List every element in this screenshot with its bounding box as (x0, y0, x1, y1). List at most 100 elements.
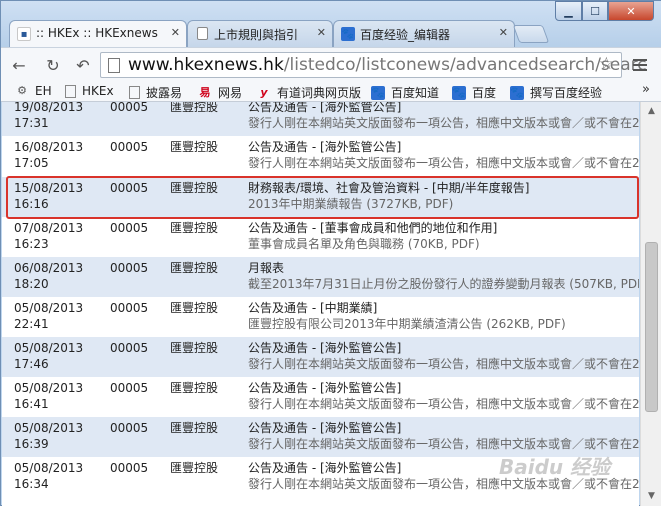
page-icon (197, 27, 208, 40)
back-icon[interactable]: ← (9, 55, 29, 75)
document-link[interactable]: 發行人剛在本網站英文版面發布一項公告，相應中文版本或會／或不會在2 (248, 396, 639, 412)
stock-code: 00005 (110, 461, 149, 475)
bookmark-netease[interactable]: 易 网易 (198, 84, 243, 101)
document-link[interactable]: 發行人剛在本網站英文版面發布一項公告，相應中文版本或會／或不會在2 (248, 155, 639, 171)
table-row: 05/08/2013 17:46 00005 匯豐控股 公告及通告 - [海外監管… (2, 337, 639, 377)
stock-code: 00005 (110, 341, 149, 355)
stock-name: 匯豐控股 (170, 140, 219, 154)
star-icon[interactable]: ☆ (599, 54, 614, 74)
baidu-watermark: Baidu 经验 (499, 455, 611, 479)
minimize-button[interactable]: ▁ (555, 1, 582, 21)
hkex-icon: ▪ (17, 27, 31, 41)
stock-code: 00005 (110, 102, 149, 114)
bookmark-baidu-jingyan[interactable]: 🐾 撰写百度经验 (510, 84, 602, 101)
menu-icon[interactable] (631, 56, 649, 74)
bookmark-label: 百度 (472, 86, 497, 100)
baidu-paw-icon: 🐾 (452, 85, 466, 100)
stock-code: 00005 (110, 301, 149, 315)
table-row: 05/08/2013 16:41 00005 匯豐控股 公告及通告 - [海外監管… (2, 377, 639, 417)
highlight-box (6, 176, 639, 219)
stock-code: 00005 (110, 421, 149, 435)
maximize-button[interactable]: ☐ (582, 1, 608, 21)
stock-name: 匯豐控股 (170, 421, 219, 435)
close-icon[interactable]: ✕ (317, 26, 326, 39)
document-link[interactable]: 發行人剛在本網站英文版面發布一項公告，相應中文版本或會／或不會在2 (248, 436, 639, 452)
document-title: 月報表 截至2013年7月31日止月份之股份發行人的證券變動月報表 (507KB,… (248, 260, 639, 292)
bookmark-label: 撰写百度经验 (530, 86, 603, 100)
stock-name: 匯豐控股 (170, 341, 219, 355)
baidu-paw-icon: 🐾 (371, 85, 385, 100)
undo-icon[interactable]: ↶ (73, 55, 93, 75)
scroll-up-arrow-icon[interactable]: ▲ (644, 104, 659, 119)
headline: 公告及通告 - [中期業績] (248, 301, 378, 315)
document-link[interactable]: 截至2013年7月31日止月份之股份發行人的證券變動月報表 (507KB, PD… (248, 276, 639, 292)
bookmark-youdao[interactable]: y 有道词典网页版 (257, 84, 361, 101)
table-row: 05/08/2013 22:41 00005 匯豐控股 公告及通告 - [中期業績… (2, 297, 639, 337)
document-link[interactable]: 發行人剛在本網站英文版面發布一項公告，相應中文版本或會／或不會在2 (248, 115, 639, 131)
bookmark-baidu[interactable]: 🐾 百度 (452, 84, 496, 101)
page-icon (65, 84, 76, 98)
toolbar: ← ↻ ↶ www.hkexnews.hk/listedco/listconew… (1, 47, 661, 81)
bookmark-label: 百度知道 (391, 86, 440, 100)
youdao-icon: y (260, 85, 268, 99)
new-tab-button[interactable] (512, 25, 550, 43)
headline: 公告及通告 - [海外監管公告] (248, 102, 402, 114)
scroll-thumb[interactable] (645, 242, 658, 412)
document-title: 公告及通告 - [中期業績] 匯豐控股有限公司2013年中期業績渣清公告 (262… (248, 300, 639, 332)
tab-title: :: HKEx :: HKExnews (36, 26, 158, 40)
bookmarks-bar: ⚙ EH HKEx 披露易 易 网易 y 有道词典网页版 🐾 百度知道 🐾 百度… (1, 81, 661, 102)
tab-strip: ▪ :: HKEx :: HKExnews ✕ 上市規則與指引 ✕ 🐾 百度经验… (1, 1, 661, 47)
document-link[interactable]: 匯豐控股有限公司2013年中期業績渣清公告 (262KB, PDF) (248, 316, 639, 332)
scroll-down-arrow-icon[interactable]: ▼ (644, 489, 659, 504)
tab-title: 上市規則與指引 (214, 28, 299, 42)
close-icon[interactable]: ✕ (171, 26, 180, 39)
browser-window: ▪ :: HKEx :: HKExnews ✕ 上市規則與指引 ✕ 🐾 百度经验… (0, 0, 661, 506)
headline: 公告及通告 - [海外監管公告] (248, 421, 402, 435)
document-title: 公告及通告 - [海外監管公告] 發行人剛在本網站英文版面發布一項公告，相應中文版… (248, 420, 639, 452)
results-list: 19/08/2013 17:31 00005 匯豐控股 公告及通告 - [海外監管… (2, 102, 639, 506)
tab-listing-rules[interactable]: 上市規則與指引 ✕ (187, 20, 333, 47)
headline: 公告及通告 - [海外監管公告] (248, 381, 402, 395)
url-host: www.hkexnews.hk (128, 55, 284, 75)
document-title: 公告及通告 - [海外監管公告] 發行人剛在本網站英文版面發布一項公告，相應中文版… (248, 139, 639, 171)
reload-icon[interactable]: ↻ (43, 55, 63, 75)
bookmark-eh[interactable]: ⚙ EH (15, 84, 52, 98)
netease-icon: 易 (199, 85, 211, 99)
scrollbar[interactable]: ▲ ▼ (640, 102, 661, 506)
document-link[interactable]: 發行人剛在本網站英文版面發布一項公告，相應中文版本或會／或不會在2 (248, 356, 639, 372)
page-icon (129, 86, 140, 99)
window-close-button[interactable]: ✕ (608, 1, 654, 21)
stock-name: 匯豐控股 (170, 221, 219, 235)
release-time: 16/08/2013 17:05 (14, 140, 84, 170)
tab-title: 百度经验_编辑器 (360, 28, 451, 42)
bookmark-hkex[interactable]: HKEx (65, 84, 114, 98)
url-text: www.hkexnews.hk/listedco/listconews/adva… (128, 55, 647, 75)
tab-hkexnews[interactable]: ▪ :: HKEx :: HKExnews ✕ (9, 20, 187, 47)
baidu-paw-icon: 🐾 (341, 27, 355, 41)
bookmark-label: EH (35, 84, 52, 98)
tab-baidu-editor[interactable]: 🐾 百度经验_编辑器 ✕ (333, 20, 515, 47)
document-title: 公告及通告 - [海外監管公告] 發行人剛在本網站英文版面發布一項公告，相應中文版… (248, 102, 639, 131)
bookmark-baidu-zhidao[interactable]: 🐾 百度知道 (371, 84, 439, 101)
stock-code: 00005 (110, 221, 149, 235)
table-row: 07/08/2013 16:23 00005 匯豐控股 公告及通告 - [董事會成… (2, 217, 639, 257)
headline: 公告及通告 - [海外監管公告] (248, 140, 402, 154)
close-icon[interactable]: ✕ (499, 26, 508, 39)
headline: 公告及通告 - [董事會成員和他們的地位和作用] (248, 221, 498, 235)
document-link[interactable]: 董事會成員名單及角色與職務 (70KB, PDF) (248, 236, 639, 252)
page-icon (108, 58, 120, 73)
stock-code: 00005 (110, 261, 149, 275)
stock-name: 匯豐控股 (170, 461, 219, 475)
baidu-paw-icon: 🐾 (510, 85, 524, 100)
bookmark-label: 披露易 (146, 86, 183, 100)
stock-code: 00005 (110, 140, 149, 154)
stock-code: 00005 (110, 381, 149, 395)
address-bar[interactable]: www.hkexnews.hk/listedco/listconews/adva… (100, 52, 647, 78)
table-row: 06/08/2013 18:20 00005 匯豐控股 月報表 截至2013年7月3… (2, 257, 639, 297)
stock-name: 匯豐控股 (170, 261, 219, 275)
stock-name: 匯豐控股 (170, 381, 219, 395)
bookmark-disclosure[interactable]: 披露易 (129, 84, 182, 101)
release-time: 07/08/2013 16:23 (14, 221, 84, 251)
table-row: 16/08/2013 17:05 00005 匯豐控股 公告及通告 - [海外監管… (2, 136, 639, 176)
bookmarks-overflow-button[interactable]: » (642, 82, 650, 97)
